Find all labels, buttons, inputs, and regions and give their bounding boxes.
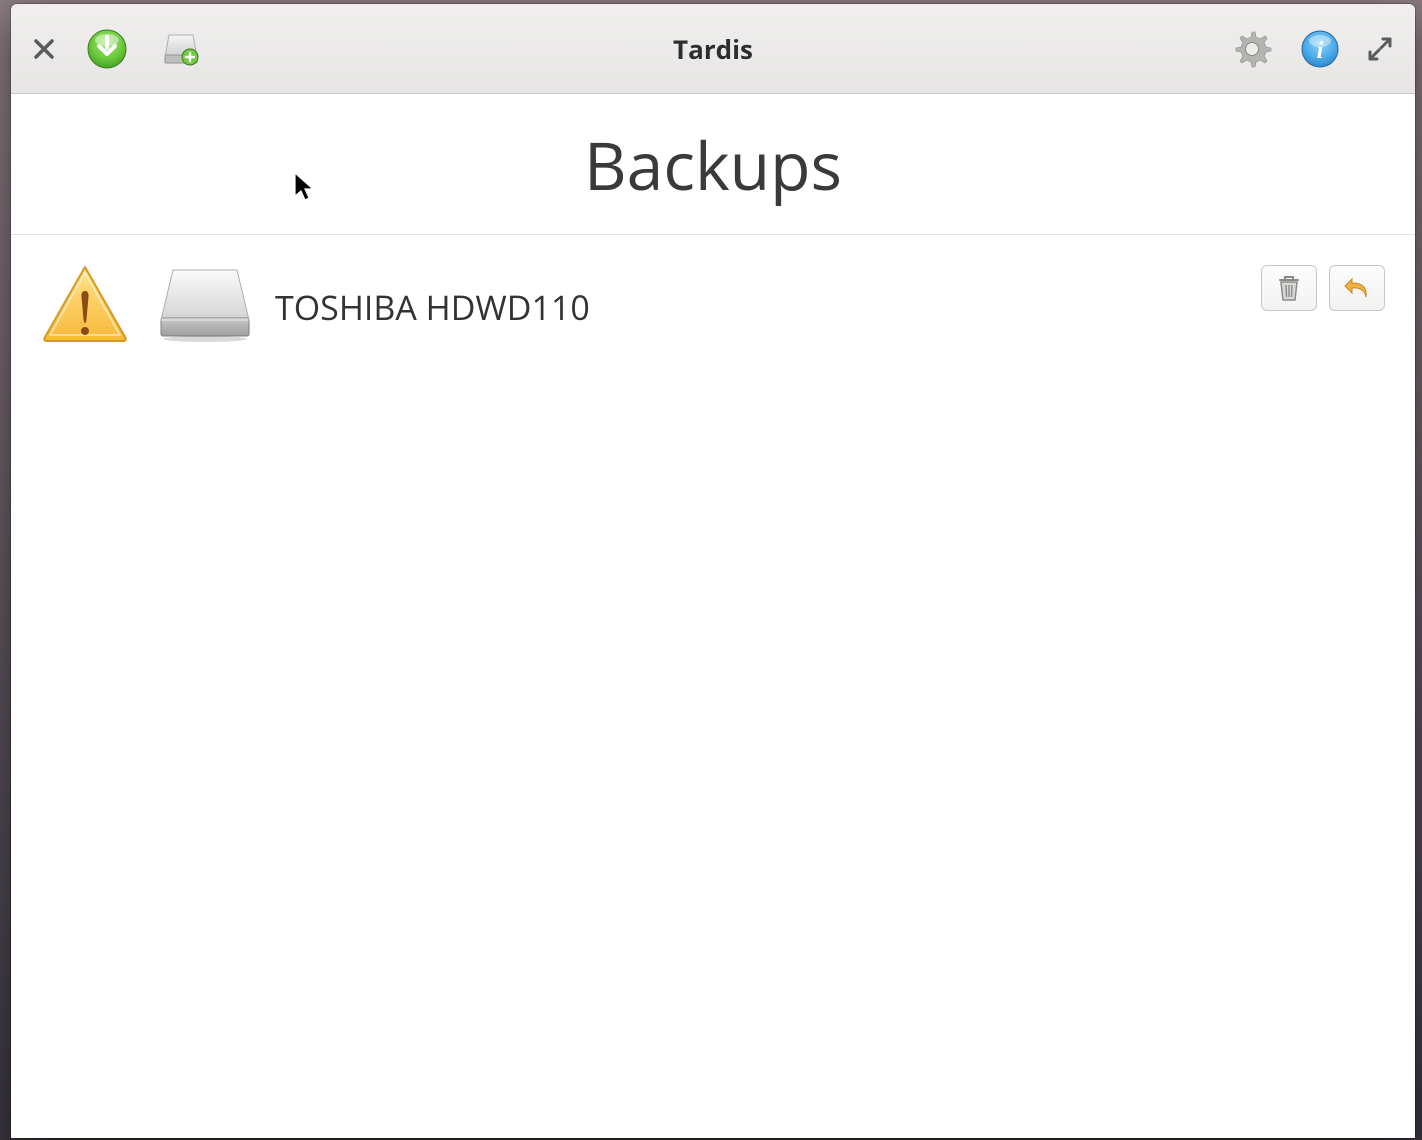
maximize-button[interactable] bbox=[1367, 36, 1393, 62]
backup-row[interactable]: TOSHIBA HDWD110 bbox=[41, 263, 1385, 350]
drive-icon bbox=[157, 266, 247, 347]
close-icon bbox=[33, 38, 55, 60]
page-title: Backups bbox=[11, 120, 1415, 210]
backup-drive-name: TOSHIBA HDWD110 bbox=[275, 284, 590, 330]
svg-text:i: i bbox=[1317, 38, 1324, 64]
content-area: TOSHIBA HDWD110 bbox=[11, 235, 1415, 1138]
drive-add-icon bbox=[159, 27, 203, 71]
maximize-icon bbox=[1367, 36, 1393, 62]
info-icon: i bbox=[1299, 28, 1341, 70]
close-button[interactable] bbox=[33, 38, 55, 60]
undo-icon bbox=[1342, 275, 1372, 301]
restore-backup-button[interactable] bbox=[1329, 265, 1385, 311]
backup-now-button[interactable] bbox=[85, 27, 129, 71]
row-actions bbox=[1261, 265, 1385, 311]
settings-button[interactable] bbox=[1231, 28, 1273, 70]
warning-icon bbox=[41, 263, 129, 350]
delete-backup-button[interactable] bbox=[1261, 265, 1317, 311]
add-drive-button[interactable] bbox=[159, 27, 203, 71]
download-icon bbox=[85, 27, 129, 71]
trash-icon bbox=[1276, 273, 1302, 303]
titlebar-right-group: i bbox=[1231, 28, 1393, 70]
titlebar-left-group bbox=[33, 27, 203, 71]
gear-icon bbox=[1231, 28, 1273, 70]
info-button[interactable]: i bbox=[1299, 28, 1341, 70]
titlebar: Tardis bbox=[11, 4, 1415, 94]
app-window: Tardis bbox=[11, 4, 1415, 1138]
page-header: Backups bbox=[11, 94, 1415, 235]
window-title: Tardis bbox=[673, 31, 753, 67]
